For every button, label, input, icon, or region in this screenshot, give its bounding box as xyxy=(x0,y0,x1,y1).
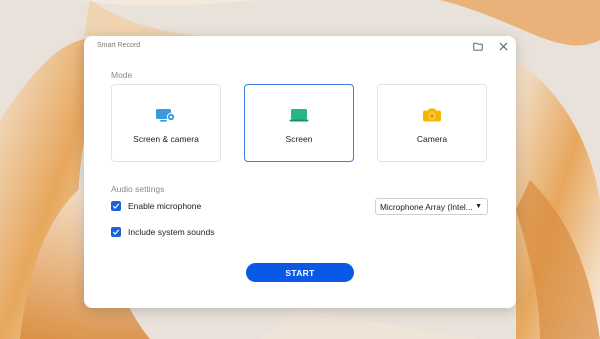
mode-option-screen[interactable]: Screen xyxy=(244,84,354,162)
microphone-select-value: Microphone Array (Intel... xyxy=(380,201,473,212)
microphone-select[interactable]: Microphone Array (Intel... ▼ xyxy=(375,198,488,215)
dropdown-arrow-icon: ▼ xyxy=(475,203,482,210)
checkmark-icon xyxy=(112,229,120,235)
enable-microphone-label: Enable microphone xyxy=(128,201,202,211)
checkbox-checked[interactable] xyxy=(111,201,121,211)
mode-option-label: Screen xyxy=(285,134,313,144)
open-folder-button[interactable] xyxy=(471,39,485,53)
window-title: Smart Record xyxy=(97,42,141,49)
folder-icon xyxy=(473,42,483,51)
close-icon xyxy=(499,42,507,50)
include-system-sounds-label: Include system sounds xyxy=(128,227,215,237)
mode-option-label: Screen & camera xyxy=(133,134,199,144)
smart-record-dialog: Smart Record Mode Screen & camera Screen xyxy=(84,36,516,308)
audio-settings-label: Audio settings xyxy=(111,184,165,194)
mode-option-camera[interactable]: Camera xyxy=(377,84,487,162)
checkmark-icon xyxy=(112,203,120,209)
start-button[interactable]: START xyxy=(246,263,354,282)
enable-microphone-checkbox[interactable]: Enable microphone xyxy=(111,201,201,211)
screen-camera-icon xyxy=(156,109,176,122)
include-system-sounds-checkbox[interactable]: Include system sounds xyxy=(111,227,214,237)
mode-option-screen-camera[interactable]: Screen & camera xyxy=(111,84,221,162)
mode-option-label: Camera xyxy=(416,134,448,144)
camera-icon xyxy=(423,108,441,122)
close-button[interactable] xyxy=(496,39,510,53)
checkbox-checked[interactable] xyxy=(111,227,121,237)
screen-icon xyxy=(289,109,309,122)
mode-section-label: Mode xyxy=(111,70,133,80)
